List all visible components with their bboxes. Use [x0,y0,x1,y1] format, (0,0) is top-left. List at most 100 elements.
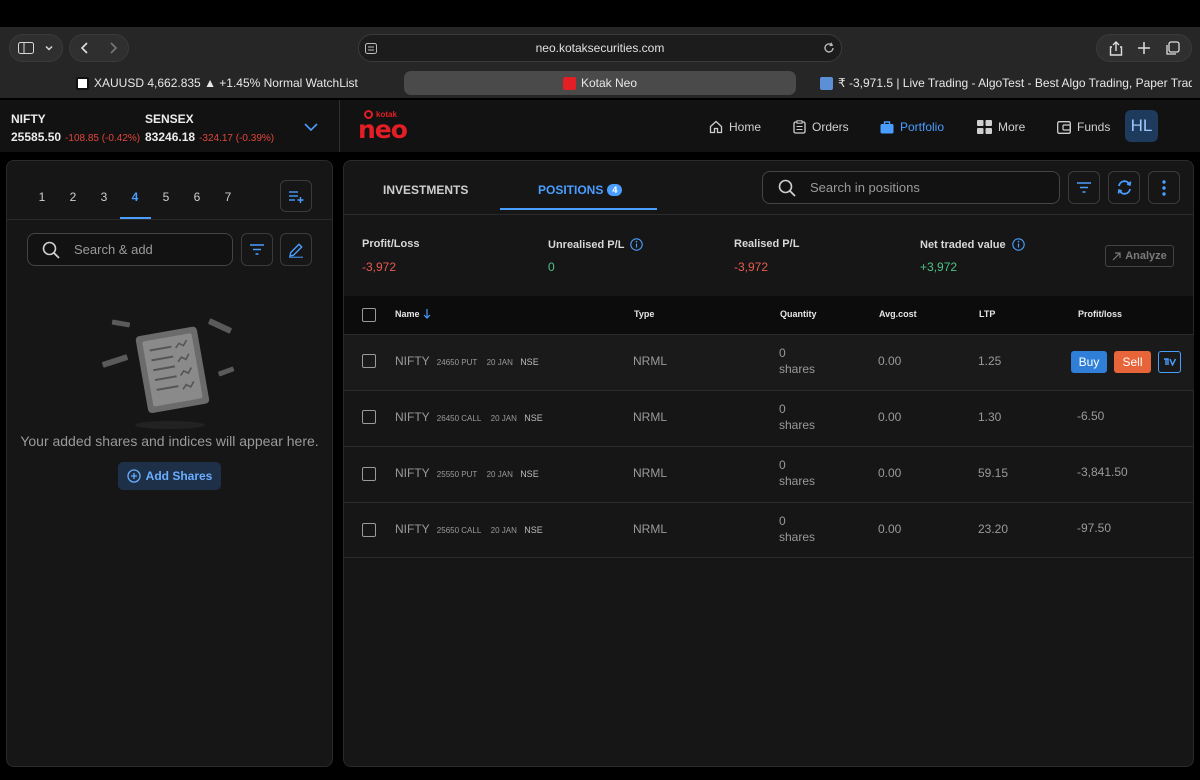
info-icon[interactable] [630,238,644,251]
row-checkbox[interactable] [362,523,376,537]
filter-icon [250,244,264,255]
watchlist-tab[interactable]: 1 [32,190,52,204]
table-row[interactable]: NIFTY 25650 CALL 20 JAN NSE NRML 0 share… [344,502,1194,558]
column-pl-header[interactable]: Profit/loss [1078,309,1122,319]
new-tab-icon[interactable] [1137,41,1151,55]
share-icon[interactable] [1109,40,1123,56]
column-label: Name [395,309,420,319]
expiry: 20 JAN [490,414,517,423]
avg-cost-cell: 0.00 [878,466,902,480]
tab-positions[interactable]: POSITIONS 4 [538,183,623,197]
tab-overview-icon[interactable] [1165,40,1180,56]
strike: 24650 PUT [436,358,478,367]
watchlist-tab[interactable]: 7 [218,190,238,204]
divider [7,219,332,220]
ltp-cell: 59.15 [978,466,1009,480]
reload-icon[interactable] [823,42,835,54]
tab-investments[interactable]: INVESTMENTS [383,183,468,197]
sell-button[interactable]: Sell [1114,351,1151,373]
instrument-cell: NIFTY 25550 PUT 20 JAN NSE [395,466,539,480]
nav-portfolio[interactable]: Portfolio [880,118,944,136]
table-row[interactable]: NIFTY 26450 CALL 20 JAN NSE NRML 0 share… [344,390,1194,446]
type-cell: NRML [633,522,668,536]
more-options-button[interactable] [1148,171,1180,204]
column-avgcost-header[interactable]: Avg.cost [879,309,917,319]
unrealised-pl-value: 0 [548,260,555,274]
nav-orders[interactable]: Orders [793,118,849,136]
watchlist-tab[interactable]: 2 [63,190,83,204]
tab-kotak-neo[interactable]: Kotak Neo [404,71,796,95]
expiry: 20 JAN [486,358,513,367]
instrument-cell: NIFTY 26450 CALL 20 JAN NSE [395,410,543,424]
exchange: NSE [520,357,539,367]
watchlist-tab[interactable]: 3 [94,190,114,204]
buy-button[interactable]: Buy [1071,351,1107,373]
empty-watchlist-illustration-icon [101,318,235,429]
index-change: -324.17 (-0.39%) [199,133,275,144]
index-quote[interactable]: 83246.18 -324.17 (-0.39%) [145,130,274,144]
qty-value: 0 [779,402,786,416]
avatar[interactable]: HL [1125,110,1158,142]
forward-icon[interactable] [108,42,118,54]
ltp-cell: 23.20 [978,522,1009,536]
row-checkbox[interactable] [362,410,376,424]
net-traded-value: +3,972 [920,260,958,274]
expiry: 20 JAN [490,526,517,535]
add-shares-button[interactable]: Add Shares [118,462,221,490]
positions-search-input[interactable]: Search in positions [762,171,1060,204]
watchlist-tab[interactable]: 5 [156,190,176,204]
search-icon [778,179,796,197]
symbol: NIFTY [395,466,430,480]
nav-funds[interactable]: Funds [1057,118,1110,136]
back-icon[interactable] [80,42,90,54]
nav-label: Orders [812,120,849,134]
watchlist-tab-active[interactable]: 4 [125,190,145,204]
manage-watchlist-button[interactable] [280,180,312,212]
tab-watchlist[interactable]: XAUUSD 4,662.835 ▲ +1.45% Normal WatchLi… [76,71,376,95]
type-cell: NRML [633,410,668,424]
list-add-icon [289,191,304,203]
tab-positions-label: POSITIONS [538,183,604,197]
strike: 25550 PUT [436,470,478,479]
tradingview-chart-icon [1163,358,1176,366]
grid-icon [977,120,992,134]
watchlist-tab[interactable]: 6 [187,190,207,204]
info-icon[interactable] [1011,238,1025,251]
nav-more[interactable]: More [977,118,1025,136]
index-quote[interactable]: 25585.50 -108.85 (-0.42%) [11,130,140,144]
kotak-neo-logo[interactable]: kotak neo [358,110,410,144]
qty-value: 0 [779,458,786,472]
chart-button[interactable] [1158,351,1181,373]
screen-top-bar [0,0,1200,27]
net-traded-label: Net traded value [920,238,1006,251]
analyze-button[interactable]: Analyze [1105,245,1174,267]
pl-cell: -3,841.50 [1077,465,1128,479]
analyze-label: Analyze [1125,250,1167,262]
refresh-button[interactable] [1108,171,1140,204]
select-all-checkbox[interactable] [362,308,376,322]
address-bar[interactable]: neo.kotaksecurities.com [358,34,842,62]
kotak-favicon-icon [562,76,576,90]
sidebar-toggle-button[interactable] [9,34,63,62]
edit-watchlist-button[interactable] [280,233,312,266]
site-settings-icon[interactable] [365,43,377,54]
column-ltp-header[interactable]: LTP [979,309,995,319]
tab-algotest[interactable]: ₹ -3,971.5 | Live Trading - AlgoTest - B… [820,71,1192,95]
column-type-header[interactable]: Type [634,309,654,319]
table-row[interactable]: NIFTY 25550 PUT 20 JAN NSE NRML 0 shares… [344,446,1194,502]
kebab-menu-icon [1162,179,1166,196]
row-checkbox[interactable] [362,354,376,368]
index-value: 83246.18 [145,130,196,144]
briefcase-icon [880,120,894,133]
column-name-header[interactable]: Name [395,309,431,319]
positions-filter-button[interactable] [1068,171,1100,204]
search-icon [42,241,60,259]
nav-home[interactable]: Home [709,118,761,136]
column-quantity-header[interactable]: Quantity [780,309,817,319]
table-header [344,296,1193,334]
row-checkbox[interactable] [362,467,376,481]
watchlist-search-input[interactable]: Search & add [27,233,233,266]
watchlist-filter-button[interactable] [241,233,273,266]
table-row[interactable]: NIFTY 24650 PUT 20 JAN NSE NRML 0 shares… [344,334,1194,390]
expand-indices-icon[interactable] [304,122,318,132]
